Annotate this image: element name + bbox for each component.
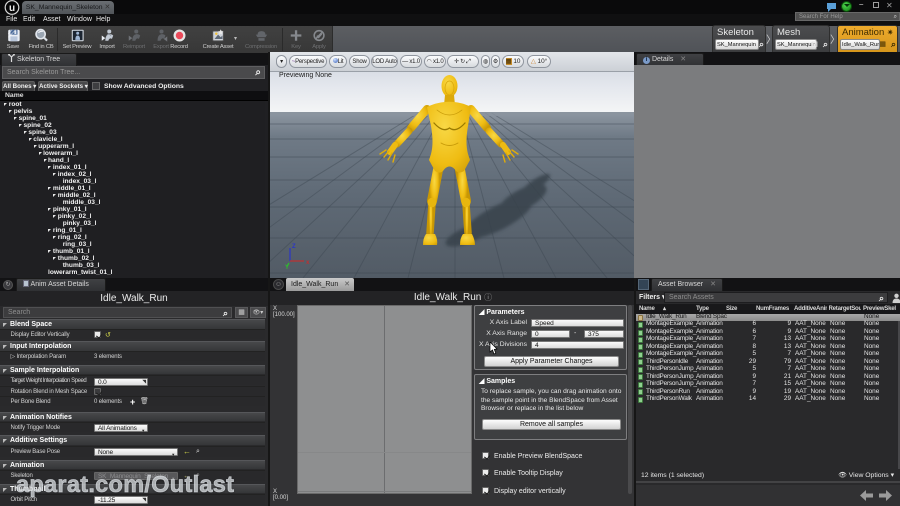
svg-text:Previewing None: Previewing None: [279, 72, 332, 79]
svg-text:u: u: [9, 3, 15, 14]
svg-text:Z: Z: [292, 244, 296, 250]
